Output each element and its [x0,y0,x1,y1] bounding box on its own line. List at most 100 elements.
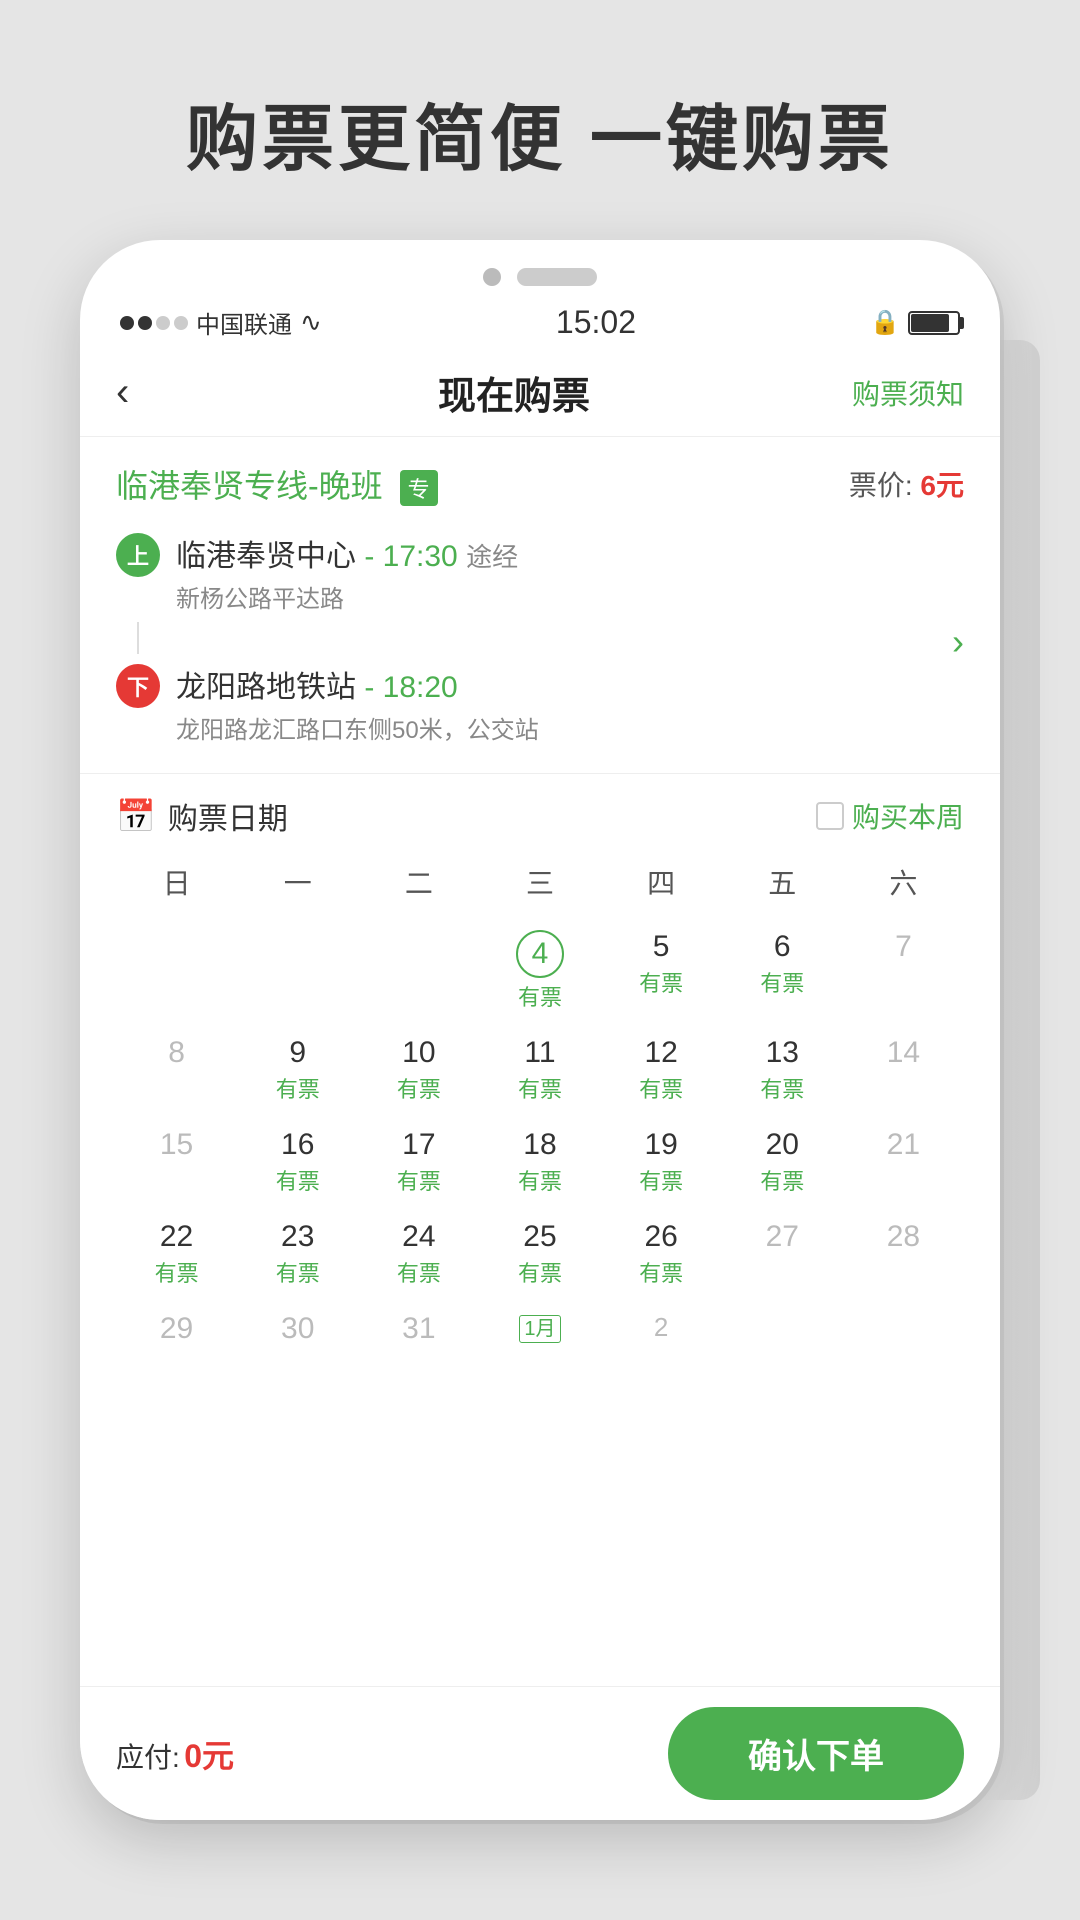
calendar-icon: 📅 [116,797,156,835]
cal-cell-r1-c4[interactable]: 12有票 [601,1024,722,1116]
stop-up-via: 途经 [466,542,518,572]
cal-cell-r4-c2[interactable]: 31 [358,1300,479,1358]
cal-cell-r0-c6[interactable]: 7 [843,918,964,1024]
cal-cell-r0-c3[interactable]: 4有票 [479,918,600,1024]
wd-wed: 三 [479,854,600,910]
stop-down-icon-label: 下 [127,670,149,702]
phone-shell: 中国联通 ∿ 15:02 🔒 ‹ 现在购票 购票须知 临港奉贤专线-晚班 专 票… [80,240,1000,1820]
price-label: 票价: [849,470,913,501]
calendar-weekdays: 日 一 二 三 四 五 六 [116,854,964,910]
dot-pill [517,268,597,286]
wifi-icon: ∿ [300,307,322,338]
cal-cell-r3-c0[interactable]: 22有票 [116,1208,237,1300]
route-name-area: 临港奉贤专线-晚班 专 [116,461,438,507]
cal-cell-r0-c2: - [358,918,479,1024]
stop-up-icon: 上 [116,533,160,577]
buy-week[interactable]: 购买本周 [816,796,964,836]
cal-cell-r2-c2[interactable]: 17有票 [358,1116,479,1208]
battery [908,311,960,335]
sig-dot-2 [138,316,152,330]
wd-fri: 五 [722,854,843,910]
dot-small [483,268,501,286]
calendar-grid: ---4有票5有票6有票789有票10有票11有票12有票13有票141516有… [116,918,964,1358]
cal-cell-r3-c3[interactable]: 25有票 [479,1208,600,1300]
cal-cell-r3-c5[interactable]: 27 [722,1208,843,1300]
nav-bar: ‹ 现在购票 购票须知 [80,349,1000,437]
stop-up-time: - 17:30 [364,540,457,573]
route-header: 临港奉贤专线-晚班 专 票价: 6元 [80,437,1000,523]
stop-up-main: 临港奉贤中心 - 17:30 途经 [176,531,952,575]
cal-cell-r2-c3[interactable]: 18有票 [479,1116,600,1208]
cal-cell-r2-c6[interactable]: 21 [843,1116,964,1208]
status-time: 15:02 [556,304,636,341]
signal-dots [120,316,188,330]
status-bar: 中国联通 ∿ 15:02 🔒 [80,296,1000,349]
cal-cell-r2-c4[interactable]: 19有票 [601,1116,722,1208]
stop-up-row: 上 临港奉贤中心 - 17:30 途经 新杨公路平达路 [116,531,952,614]
wd-sat: 六 [843,854,964,910]
chevron-right-icon[interactable]: › [952,621,964,663]
cal-cell-r3-c6[interactable]: 28 [843,1208,964,1300]
calendar: 日 一 二 三 四 五 六 ---4有票5有票6有票789有票10有票11有票1… [116,854,964,1358]
page-title: 现在购票 [438,365,590,420]
cal-cell-r1-c3[interactable]: 11有票 [479,1024,600,1116]
back-button[interactable]: ‹ [116,370,176,415]
status-right: 🔒 [870,308,960,337]
battery-bar [908,311,960,335]
confirm-button[interactable]: 确认下单 [668,1707,964,1800]
buy-week-label: 购买本周 [852,796,964,836]
wd-tue: 二 [358,854,479,910]
cal-cell-r0-c5[interactable]: 6有票 [722,918,843,1024]
sig-dot-3 [156,316,170,330]
date-title: 购票日期 [168,794,288,838]
cal-cell-r1-c2[interactable]: 10有票 [358,1024,479,1116]
cal-cell-r0-c1: - [237,918,358,1024]
amount-section: 应付: 0元 [116,1731,668,1777]
cal-cell-r2-c1[interactable]: 16有票 [237,1116,358,1208]
amount-label: 应付: [116,1742,180,1773]
wd-mon: 一 [237,854,358,910]
lock-icon: 🔒 [870,308,900,337]
phone-top-dots [80,240,1000,296]
stop-up-sub: 新杨公路平达路 [176,579,952,614]
cal-cell-r3-c2[interactable]: 24有票 [358,1208,479,1300]
cal-cell-r4-c4[interactable]: 2 [601,1300,722,1358]
headline: 购票更简便 一键购票 [0,80,1080,185]
date-header: 📅 购票日期 购买本周 [116,794,964,838]
bottom-bar: 应付: 0元 确认下单 [80,1686,1000,1820]
cal-cell-r4-c3[interactable]: 1月 [479,1300,600,1358]
stop-up-icon-label: 上 [127,539,149,571]
date-title-row: 📅 购票日期 [116,794,288,838]
date-section: 📅 购票日期 购买本周 日 一 二 三 四 五 六 ---4有票5有票6有票78… [80,774,1000,1358]
cal-cell-r1-c5[interactable]: 13有票 [722,1024,843,1116]
stop-up-info: 临港奉贤中心 - 17:30 途经 新杨公路平达路 [176,531,952,614]
stop-connector [137,622,139,654]
cal-cell-r4-c6: - [843,1300,964,1358]
stop-down-main: 龙阳路地铁站 - 18:20 [176,662,952,706]
buy-week-checkbox[interactable] [816,802,844,830]
cal-cell-r1-c0[interactable]: 8 [116,1024,237,1116]
cal-cell-r1-c1[interactable]: 9有票 [237,1024,358,1116]
cal-cell-r1-c6[interactable]: 14 [843,1024,964,1116]
battery-fill [911,314,949,332]
stop-down-info: 龙阳路地铁站 - 18:20 龙阳路龙汇路口东侧50米，公交站 [176,662,952,745]
sig-dot-4 [174,316,188,330]
cal-cell-r2-c0[interactable]: 15 [116,1116,237,1208]
cal-cell-r4-c0[interactable]: 29 [116,1300,237,1358]
cal-cell-r4-c1[interactable]: 30 [237,1300,358,1358]
amount-value: 0元 [184,1738,234,1774]
cal-cell-r2-c5[interactable]: 20有票 [722,1116,843,1208]
stop-up-name: 临港奉贤中心 [176,540,356,573]
route-name-text: 临港奉贤专线-晚班 [116,468,383,504]
ticket-notice-link[interactable]: 购票须知 [852,373,964,413]
cal-cell-r3-c1[interactable]: 23有票 [237,1208,358,1300]
price-info: 票价: 6元 [849,464,964,504]
stop-down-icon: 下 [116,664,160,708]
stop-section[interactable]: 上 临港奉贤中心 - 17:30 途经 新杨公路平达路 [80,523,1000,774]
sig-dot-1 [120,316,134,330]
stop-down-sub: 龙阳路龙汇路口东侧50米，公交站 [176,710,952,745]
cal-cell-r0-c4[interactable]: 5有票 [601,918,722,1024]
wd-thu: 四 [601,854,722,910]
cal-cell-r3-c4[interactable]: 26有票 [601,1208,722,1300]
stop-down-name: 龙阳路地铁站 [176,671,356,704]
